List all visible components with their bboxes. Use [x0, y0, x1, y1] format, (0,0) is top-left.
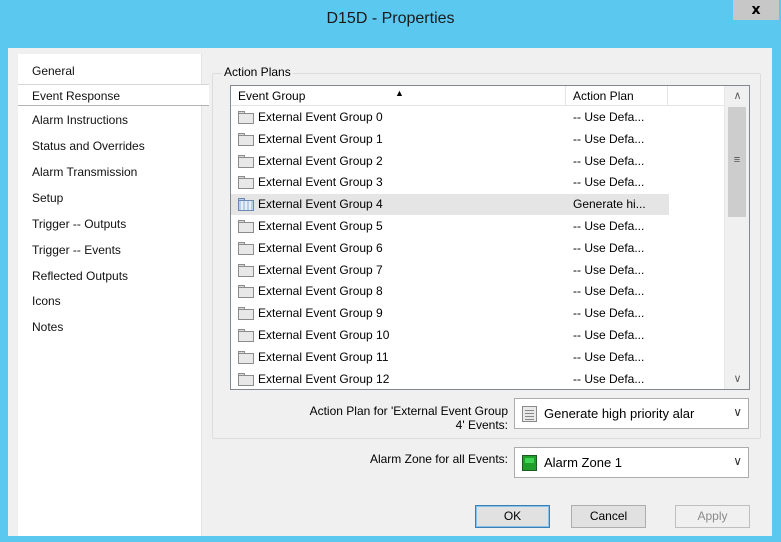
folder-icon	[238, 198, 254, 212]
event-group-name: External Event Group 8	[258, 284, 383, 299]
table-row[interactable]: External Event Group 12 -- Use Defa...	[231, 369, 669, 389]
action-plan-value: -- Use Defa...	[573, 328, 645, 342]
folder-icon	[238, 307, 254, 321]
table-row[interactable]: External Event Group 11 -- Use Defa...	[231, 347, 669, 368]
action-plan-field-label: Action Plan for 'External Event Group 4'…	[280, 404, 508, 432]
action-plan-value: -- Use Defa...	[573, 131, 645, 146]
table-row[interactable]: External Event Group 6 -- Use Defa...	[231, 238, 669, 259]
action-plan-value: -- Use Defa...	[573, 240, 645, 255]
sort-ascending-icon: ▲	[395, 88, 404, 98]
folder-icon	[238, 176, 254, 190]
table-row[interactable]: External Event Group 3 -- Use Defa...	[231, 172, 669, 193]
scroll-thumb[interactable]: ≡	[728, 107, 746, 217]
sidebar-item-icons[interactable]: Icons	[18, 290, 202, 312]
folder-icon	[238, 263, 254, 277]
ok-button[interactable]: OK	[475, 505, 550, 528]
action-plan-value: -- Use Defa...	[573, 306, 645, 321]
column-header-event-group[interactable]: Event Group ▲	[231, 86, 566, 106]
alarm-zone-select-value: Alarm Zone 1	[544, 455, 623, 470]
action-plan-value: -- Use Defa...	[573, 284, 645, 299]
table-row[interactable]: External Event Group 1 -- Use Defa...	[231, 129, 669, 150]
scroll-up-icon[interactable]: ∧	[725, 86, 749, 106]
table-row[interactable]: External Event Group 9 -- Use Defa...	[231, 303, 669, 324]
action-plan-value: -- Use Defa...	[573, 219, 645, 233]
action-plan-value: -- Use Defa...	[573, 349, 645, 364]
cancel-button[interactable]: Cancel	[571, 505, 646, 528]
scroll-down-icon[interactable]: ∨	[725, 369, 749, 389]
table-row[interactable]: External Event Group 4 Generate hi...	[231, 194, 669, 216]
folder-icon	[238, 350, 254, 364]
event-group-name: External Event Group 6	[258, 240, 383, 255]
folder-icon	[238, 241, 254, 255]
window-title: D15D - Properties	[326, 10, 455, 27]
folder-icon	[238, 372, 254, 386]
action-plan-label-line-1: Action Plan for 'External Event Group	[309, 404, 508, 418]
sidebar-item-notes[interactable]: Notes	[18, 316, 202, 338]
chevron-down-icon[interactable]: ∨	[733, 405, 742, 419]
event-group-name: External Event Group 0	[258, 110, 383, 124]
title-bar[interactable]: D15D - Properties x	[0, 0, 781, 40]
action-plan-label-line-2: 4' Events:	[455, 418, 508, 432]
action-plan-value: -- Use Defa...	[573, 262, 645, 277]
event-group-name: External Event Group 1	[258, 131, 383, 146]
column-header-event-group-label: Event Group	[238, 89, 306, 103]
vertical-scrollbar[interactable]: ∧ ≡ ∨	[724, 86, 749, 389]
action-plan-value: -- Use Defa...	[573, 110, 645, 124]
sidebar-item-setup[interactable]: Setup	[18, 187, 202, 209]
folder-icon	[238, 329, 254, 342]
alarm-zone-icon	[522, 455, 537, 471]
folder-icon	[238, 154, 254, 168]
folder-icon	[238, 285, 254, 299]
action-plan-value: -- Use Defa...	[573, 371, 645, 386]
scroll-grip-icon: ≡	[733, 154, 741, 166]
table-row[interactable]: External Event Group 5 -- Use Defa...	[231, 216, 669, 237]
column-header-action-plan[interactable]: Action Plan	[566, 86, 668, 106]
table-row[interactable]: External Event Group 7 -- Use Defa...	[231, 260, 669, 281]
folder-icon	[238, 132, 254, 146]
event-group-list[interactable]: Event Group ▲ Action Plan External Event…	[230, 85, 750, 390]
table-row[interactable]: External Event Group 0 -- Use Defa...	[231, 107, 669, 128]
sidebar-item-alarm-transmission[interactable]: Alarm Transmission	[18, 161, 202, 183]
event-group-name: External Event Group 2	[258, 153, 383, 168]
action-plan-value: Generate hi...	[573, 197, 646, 212]
action-plan-select-value: Generate high priority alar	[544, 406, 695, 421]
document-icon	[522, 406, 537, 422]
folder-icon	[238, 220, 254, 233]
event-group-name: External Event Group 7	[258, 262, 383, 277]
action-plan-value: -- Use Defa...	[573, 153, 645, 168]
sidebar-item-trigger-events[interactable]: Trigger -- Events	[18, 239, 202, 261]
event-group-name: External Event Group 4	[258, 197, 383, 212]
action-plan-value: -- Use Defa...	[573, 175, 645, 190]
event-group-name: External Event Group 10	[258, 328, 390, 342]
table-row[interactable]: External Event Group 10 -- Use Defa...	[231, 325, 669, 346]
sidebar-item-trigger-outputs[interactable]: Trigger -- Outputs	[18, 213, 202, 235]
event-group-name: External Event Group 12	[258, 371, 390, 386]
list-header: Event Group ▲ Action Plan	[231, 86, 724, 106]
folder-icon	[238, 111, 254, 124]
event-group-name: External Event Group 3	[258, 175, 383, 190]
close-icon[interactable]: x	[733, 0, 779, 20]
action-plan-select[interactable]: Generate high priority alar ∨	[514, 398, 749, 429]
sidebar-item-alarm-instructions[interactable]: Alarm Instructions	[18, 109, 202, 131]
alarm-zone-select[interactable]: Alarm Zone 1 ∨	[514, 447, 749, 478]
sidebar-item-general[interactable]: General	[18, 60, 202, 82]
event-group-name: External Event Group 11	[258, 349, 389, 364]
sidebar-item-status-and-overrides[interactable]: Status and Overrides	[18, 135, 202, 157]
alarm-zone-field-label: Alarm Zone for all Events:	[369, 452, 508, 466]
table-row[interactable]: External Event Group 8 -- Use Defa...	[231, 281, 669, 302]
sidebar-nav: General Event Response Alarm Instruction…	[18, 54, 209, 536]
apply-button[interactable]: Apply	[675, 505, 750, 528]
action-plans-group-label: Action Plans	[222, 65, 293, 79]
event-group-name: External Event Group 5	[258, 219, 383, 233]
chevron-down-icon[interactable]: ∨	[733, 454, 742, 468]
event-group-name: External Event Group 9	[258, 306, 383, 321]
sidebar-item-event-response[interactable]: Event Response	[18, 84, 209, 106]
sidebar-item-reflected-outputs[interactable]: Reflected Outputs	[18, 265, 202, 287]
table-row[interactable]: External Event Group 2 -- Use Defa...	[231, 151, 669, 172]
